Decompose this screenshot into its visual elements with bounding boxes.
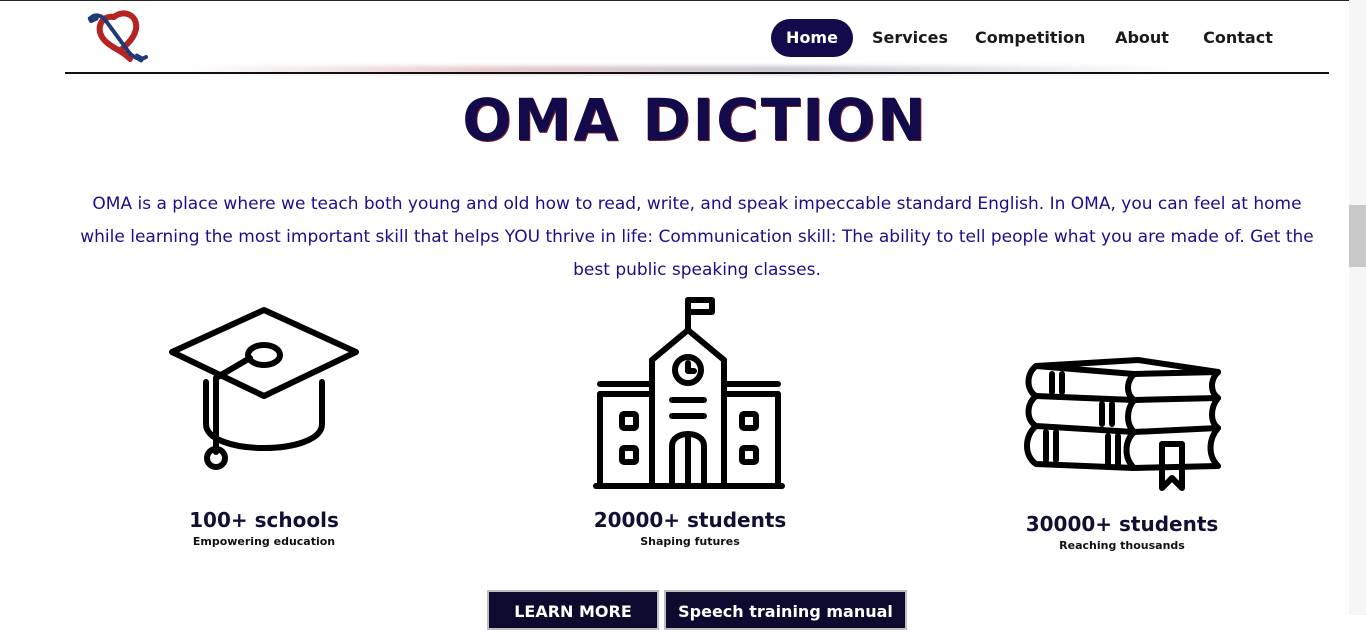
- stat-subtitle: Reaching thousands: [1059, 539, 1185, 552]
- graduation-cap-icon: [169, 307, 359, 470]
- header-divider: [65, 72, 1329, 74]
- stat-title: 100+ schools: [189, 508, 339, 532]
- oma-logo[interactable]: [84, 7, 156, 67]
- page-title: OMA DICTION: [462, 86, 928, 154]
- stat-students-1: 20000+ students Shaping futures: [590, 296, 790, 548]
- site-header: Home Services Competition About Contact: [0, 1, 1366, 73]
- school-building-icon: [593, 297, 785, 489]
- stat-subtitle: Empowering education: [192, 535, 336, 548]
- stat-subtitle: Shaping futures: [640, 535, 740, 548]
- intro-paragraph: OMA is a place where we teach both young…: [80, 194, 1314, 280]
- scrollbar-thumb[interactable]: [1349, 205, 1366, 267]
- speech-manual-button[interactable]: Speech training manual: [664, 590, 907, 630]
- learn-more-button[interactable]: LEARN MORE: [487, 590, 659, 630]
- books-icon: [1024, 357, 1221, 491]
- nav-competition[interactable]: Competition: [975, 19, 1085, 57]
- stat-title: 20000+ students: [593, 508, 787, 532]
- nav-home[interactable]: Home: [771, 19, 853, 57]
- nav-about[interactable]: About: [1112, 19, 1172, 57]
- stat-students-2: 30000+ students Reaching thousands: [1022, 352, 1222, 552]
- nav-services[interactable]: Services: [870, 19, 950, 57]
- stat-title: 30000+ students: [1025, 512, 1219, 536]
- stat-schools: 100+ schools Empowering education: [164, 306, 364, 548]
- logo-icon: [87, 10, 148, 63]
- nav-contact[interactable]: Contact: [1200, 19, 1276, 57]
